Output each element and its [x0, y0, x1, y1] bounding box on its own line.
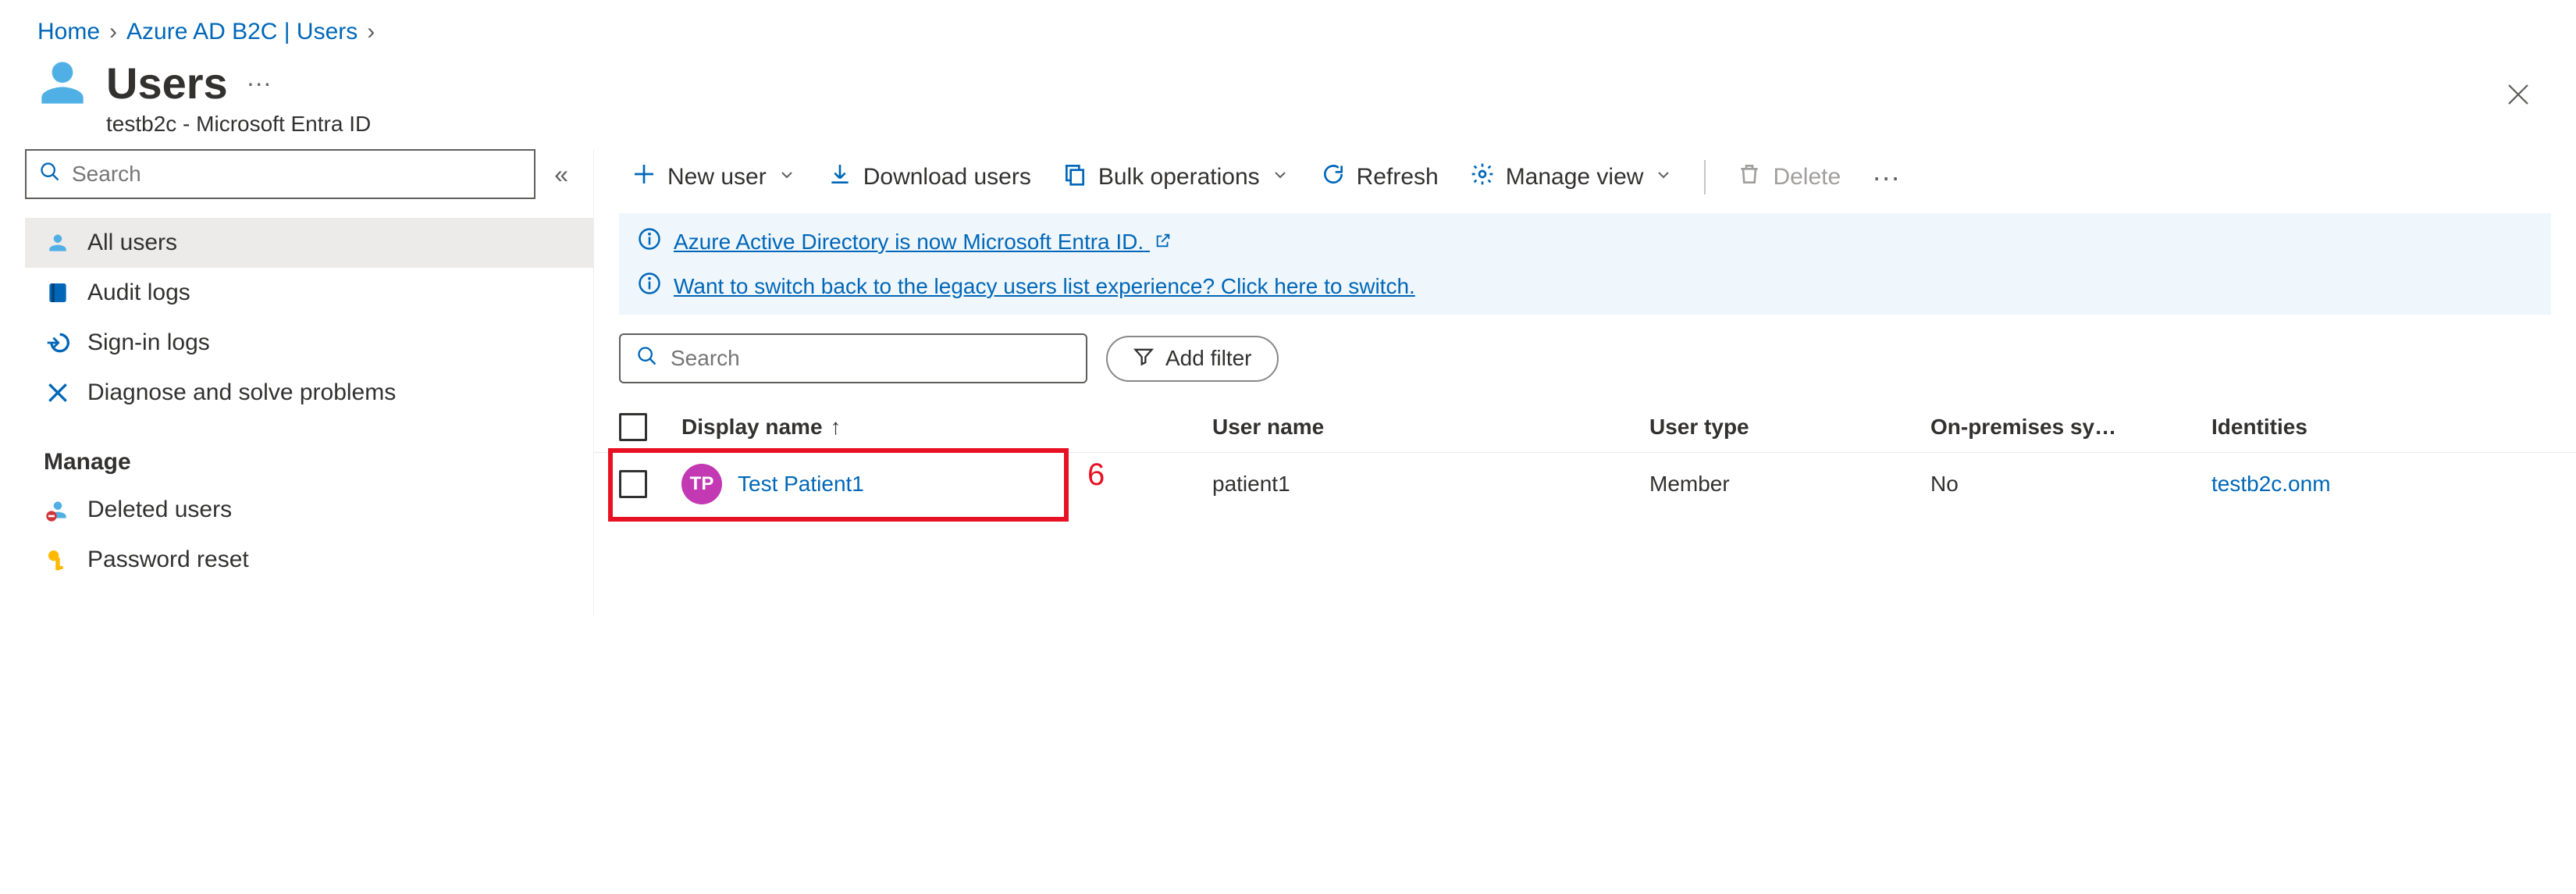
cell-identities[interactable]: testb2c.onm [2211, 472, 2551, 497]
sidebar-item-label: All users [87, 230, 177, 256]
page-subtitle: testb2c - Microsoft Entra ID [106, 112, 371, 137]
add-filter-button[interactable]: Add filter [1106, 336, 1279, 382]
filter-row: Add filter [594, 315, 2576, 402]
sidebar-nav: All users Audit logs Sign-in logs Diagno… [25, 218, 593, 585]
user-display-name-link[interactable]: Test Patient1 [738, 472, 864, 497]
breadcrumb-home[interactable]: Home [37, 19, 100, 45]
sidebar-search-input[interactable] [70, 161, 521, 187]
external-link-icon [1155, 230, 1172, 254]
cell-user-type: Member [1649, 472, 1930, 497]
column-identities[interactable]: Identities [2211, 415, 2551, 440]
sidebar-item-label: Audit logs [87, 280, 190, 306]
download-users-button[interactable]: Download users [827, 162, 1031, 193]
collapse-sidebar-button[interactable]: « [554, 160, 568, 189]
info-banner: Azure Active Directory is now Microsoft … [619, 213, 2551, 315]
bulk-operations-button[interactable]: Bulk operations [1062, 162, 1290, 193]
toolbar-more-button[interactable]: ··· [1872, 161, 1900, 194]
avatar: TP [681, 464, 722, 504]
trash-icon [1737, 162, 1762, 193]
info-icon [638, 227, 661, 256]
cell-on-premises: No [1930, 472, 2211, 497]
sidebar-section-manage: Manage [25, 418, 593, 485]
book-icon [44, 279, 72, 307]
info-link-legacy-switch[interactable]: Want to switch back to the legacy users … [674, 274, 1415, 299]
chevron-down-icon [1271, 164, 1290, 191]
sidebar-item-password-reset[interactable]: Password reset [25, 535, 593, 585]
table-header: Display name ↑ User name User type On-pr… [594, 402, 2576, 453]
sidebar-item-label: Deleted users [87, 497, 232, 523]
sidebar-item-label: Diagnose and solve problems [87, 379, 396, 406]
manage-view-button[interactable]: Manage view [1470, 162, 1674, 193]
info-link-entra[interactable]: Azure Active Directory is now Microsoft … [674, 230, 1172, 255]
select-all-checkbox[interactable] [619, 413, 647, 441]
toolbar-label: Refresh [1357, 164, 1439, 191]
sidebar-item-deleted-users[interactable]: Deleted users [25, 485, 593, 535]
bulk-icon [1062, 162, 1087, 193]
annotation-number: 6 [1087, 458, 1105, 493]
sidebar-item-diagnose[interactable]: Diagnose and solve problems [25, 368, 593, 418]
toolbar-label: Bulk operations [1098, 164, 1260, 191]
toolbar-label: Manage view [1506, 164, 1644, 191]
tools-icon [44, 379, 72, 407]
deleted-user-icon [44, 496, 72, 524]
new-user-button[interactable]: New user [632, 162, 796, 193]
close-button[interactable] [2498, 74, 2539, 120]
main-content: New user Download users Bulk operations [593, 149, 2576, 616]
add-filter-label: Add filter [1165, 346, 1252, 371]
column-display-name[interactable]: Display name ↑ [681, 415, 1212, 440]
signin-icon [44, 329, 72, 357]
plus-icon [632, 162, 656, 193]
column-user-type[interactable]: User type [1649, 415, 1930, 440]
page-title: Users [106, 58, 228, 109]
main-search-input[interactable] [669, 345, 1070, 372]
info-icon [638, 272, 661, 301]
column-user-name[interactable]: User name [1212, 415, 1649, 440]
refresh-icon [1321, 162, 1346, 193]
sidebar-item-label: Password reset [87, 547, 249, 573]
sidebar: « All users Audit logs Sign-in logs [0, 149, 593, 616]
toolbar-label: Delete [1773, 164, 1841, 191]
search-icon [39, 161, 61, 188]
main-search[interactable] [619, 333, 1087, 383]
chevron-right-icon: › [109, 19, 117, 45]
toolbar-label: Download users [863, 164, 1031, 191]
toolbar: New user Download users Bulk operations [594, 154, 2576, 213]
sort-asc-icon: ↑ [831, 415, 841, 440]
refresh-button[interactable]: Refresh [1321, 162, 1439, 193]
sidebar-item-all-users[interactable]: All users [25, 218, 593, 268]
sidebar-item-signin-logs[interactable]: Sign-in logs [25, 318, 593, 368]
delete-button: Delete [1737, 162, 1841, 193]
sidebar-item-label: Sign-in logs [87, 329, 210, 356]
chevron-down-icon [777, 164, 796, 191]
toolbar-divider [1704, 160, 1706, 194]
breadcrumb: Home › Azure AD B2C | Users › [0, 0, 2576, 52]
chevron-down-icon [1654, 164, 1673, 191]
download-icon [827, 162, 852, 193]
cell-user-name: patient1 [1212, 472, 1649, 497]
page-header: Users ··· testb2c - Microsoft Entra ID [0, 52, 2576, 149]
breadcrumb-azure-b2c-users[interactable]: Azure AD B2C | Users [126, 19, 358, 45]
filter-icon [1133, 345, 1155, 372]
key-icon [44, 546, 72, 574]
chevron-right-icon: › [367, 19, 375, 45]
more-button[interactable]: ··· [247, 69, 272, 98]
gear-icon [1470, 162, 1495, 193]
sidebar-item-audit-logs[interactable]: Audit logs [25, 268, 593, 318]
row-checkbox[interactable] [619, 470, 647, 498]
user-icon [44, 229, 72, 257]
sidebar-search[interactable] [25, 149, 535, 199]
toolbar-label: New user [667, 164, 767, 191]
column-on-premises[interactable]: On-premises sy… [1930, 415, 2211, 440]
table-row[interactable]: TP Test Patient1 patient1 Member No test… [594, 453, 2576, 515]
user-icon [37, 58, 87, 113]
search-icon [636, 345, 658, 372]
